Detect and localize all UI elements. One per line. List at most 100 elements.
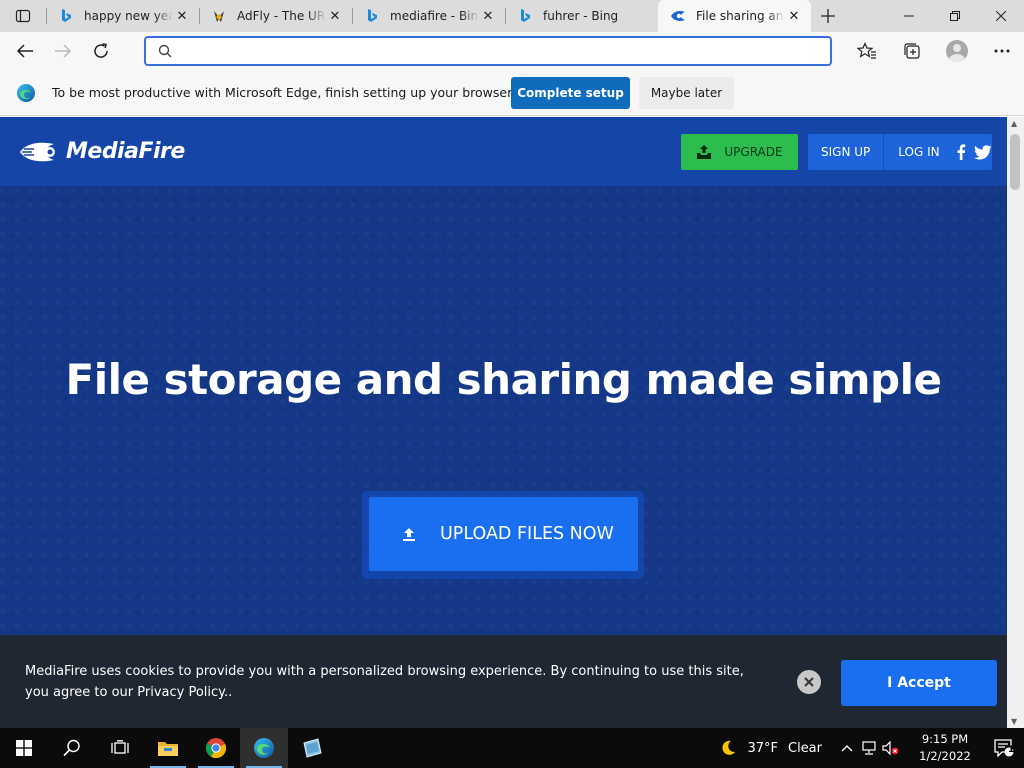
logo-text: MediaFire — [66, 139, 185, 164]
twitter-icon[interactable] — [973, 143, 992, 161]
collections-icon — [903, 43, 920, 59]
refresh-icon — [94, 43, 108, 58]
upgrade-button[interactable]: UPGRADE — [681, 134, 798, 170]
volume-button[interactable] — [880, 728, 902, 768]
page-scrollbar[interactable]: ▲ ▼ — [1007, 117, 1024, 728]
back-button[interactable] — [6, 35, 44, 67]
weather-widget[interactable]: 37°F Clear — [719, 739, 822, 757]
minimize-icon — [904, 15, 914, 17]
windows-taskbar: 37°F Clear 9:15 PM 1/2/2022 1 — [0, 728, 1024, 768]
favorites-star-icon — [856, 42, 876, 59]
mediafire-page: MediaFire UPGRADE SIGN UP LOG IN File st… — [0, 117, 1007, 728]
maybe-later-button[interactable]: Maybe later — [639, 77, 734, 109]
toolbar-actions — [844, 32, 1024, 70]
app-taskbar-button[interactable] — [288, 728, 336, 768]
mediafire-icon — [670, 8, 686, 24]
sign-up-link[interactable]: SIGN UP — [808, 134, 885, 170]
scroll-down-arrow-icon[interactable]: ▼ — [1011, 717, 1017, 726]
browser-toolbar — [0, 32, 1024, 70]
edge-logo-icon — [17, 83, 35, 102]
close-tab-icon[interactable]: ✕ — [479, 7, 497, 25]
window-controls — [886, 0, 1024, 32]
system-tray: 37°F Clear 9:15 PM 1/2/2022 1 — [719, 728, 1024, 768]
tab-title: File sharing and — [696, 9, 785, 23]
log-in-link[interactable]: LOG IN — [884, 134, 939, 170]
address-bar[interactable] — [144, 36, 832, 66]
upload-files-button[interactable]: UPLOAD FILES NOW — [369, 497, 638, 571]
tab-adfly[interactable]: AdFly - The URL ✕ — [199, 0, 352, 32]
search-icon — [158, 44, 172, 58]
complete-setup-button[interactable]: Complete setup — [511, 77, 630, 109]
tab-title: fuhrer - Bing — [543, 9, 619, 23]
bing-icon — [58, 8, 74, 24]
back-arrow-icon — [16, 44, 33, 58]
cookie-message: MediaFire uses cookies to provide you wi… — [25, 664, 744, 700]
settings-more-button[interactable] — [979, 32, 1024, 70]
close-cookie-button[interactable] — [797, 670, 821, 694]
bing-icon — [364, 8, 380, 24]
close-tab-icon[interactable]: ✕ — [173, 7, 191, 25]
weather-condition: Clear — [788, 740, 822, 756]
clock-time: 9:15 PM — [921, 732, 969, 746]
hero-title: File storage and sharing made simple — [65, 355, 943, 404]
search-taskbar-button[interactable] — [48, 728, 96, 768]
edge-taskbar-button[interactable] — [240, 728, 288, 768]
upload-icon — [403, 528, 415, 541]
chrome-button[interactable] — [192, 728, 240, 768]
close-tab-icon[interactable]: ✕ — [785, 7, 803, 25]
forward-button[interactable] — [44, 35, 82, 67]
task-view-icon — [111, 740, 129, 754]
close-window-button[interactable] — [978, 0, 1024, 32]
moon-icon — [722, 740, 736, 755]
volume-muted-icon — [882, 741, 899, 755]
tab-title: AdFly - The URL — [237, 9, 326, 23]
network-button[interactable] — [858, 728, 880, 768]
tab-happy-new-year[interactable]: happy new year ✕ — [46, 0, 199, 32]
tab-fuhrer-bing[interactable]: fuhrer - Bing — [505, 0, 658, 32]
notification-count-badge: 1 — [1008, 745, 1015, 755]
adfly-icon — [211, 8, 227, 24]
forward-arrow-icon — [55, 44, 72, 58]
restore-icon — [950, 11, 960, 21]
start-button[interactable] — [0, 728, 48, 768]
collections-button[interactable] — [889, 32, 934, 70]
auth-nav: SIGN UP LOG IN — [808, 134, 992, 170]
close-tab-icon[interactable]: ✕ — [326, 7, 344, 25]
network-icon — [862, 741, 876, 755]
tab-actions-button[interactable] — [0, 0, 46, 32]
tab-file-sharing[interactable]: File sharing and ✕ — [658, 0, 811, 32]
refresh-button[interactable] — [82, 35, 120, 67]
scroll-up-arrow-icon[interactable]: ▲ — [1011, 119, 1017, 128]
accept-cookies-button[interactable]: I Accept — [841, 660, 997, 706]
clock-date: 1/2/2022 — [919, 749, 971, 763]
minimize-button[interactable] — [886, 0, 932, 32]
chrome-icon — [205, 738, 227, 759]
upgrade-label: UPGRADE — [724, 145, 783, 159]
plus-icon — [821, 9, 835, 23]
facebook-icon[interactable] — [952, 143, 970, 161]
show-hidden-icons-button[interactable] — [836, 728, 858, 768]
task-view-button[interactable] — [96, 728, 144, 768]
system-clock[interactable]: 9:15 PM 1/2/2022 — [906, 731, 984, 765]
address-input[interactable] — [180, 43, 830, 59]
social-links — [948, 143, 992, 161]
restore-button[interactable] — [932, 0, 978, 32]
cookie-banner: MediaFire uses cookies to provide you wi… — [0, 635, 1007, 728]
app-window-icon — [303, 738, 322, 758]
favorites-button[interactable] — [844, 32, 889, 70]
weather-temperature: 37°F — [747, 740, 778, 756]
infobar-message: To be most productive with Microsoft Edg… — [52, 85, 516, 100]
file-explorer-button[interactable] — [144, 728, 192, 768]
tab-mediafire-bing[interactable]: mediafire - Bing ✕ — [352, 0, 505, 32]
windows-logo-icon — [16, 740, 32, 756]
tab-actions-icon — [15, 9, 31, 23]
scroll-thumb[interactable] — [1010, 134, 1020, 190]
close-icon — [804, 677, 814, 687]
profile-button[interactable] — [934, 32, 979, 70]
mediafire-logo[interactable]: MediaFire — [20, 139, 185, 164]
new-tab-button[interactable] — [811, 0, 845, 32]
upload-label: UPLOAD FILES NOW — [440, 524, 614, 544]
upgrade-icon — [697, 145, 712, 159]
chevron-up-icon — [841, 745, 853, 752]
action-center-button[interactable]: 1 — [984, 728, 1024, 768]
